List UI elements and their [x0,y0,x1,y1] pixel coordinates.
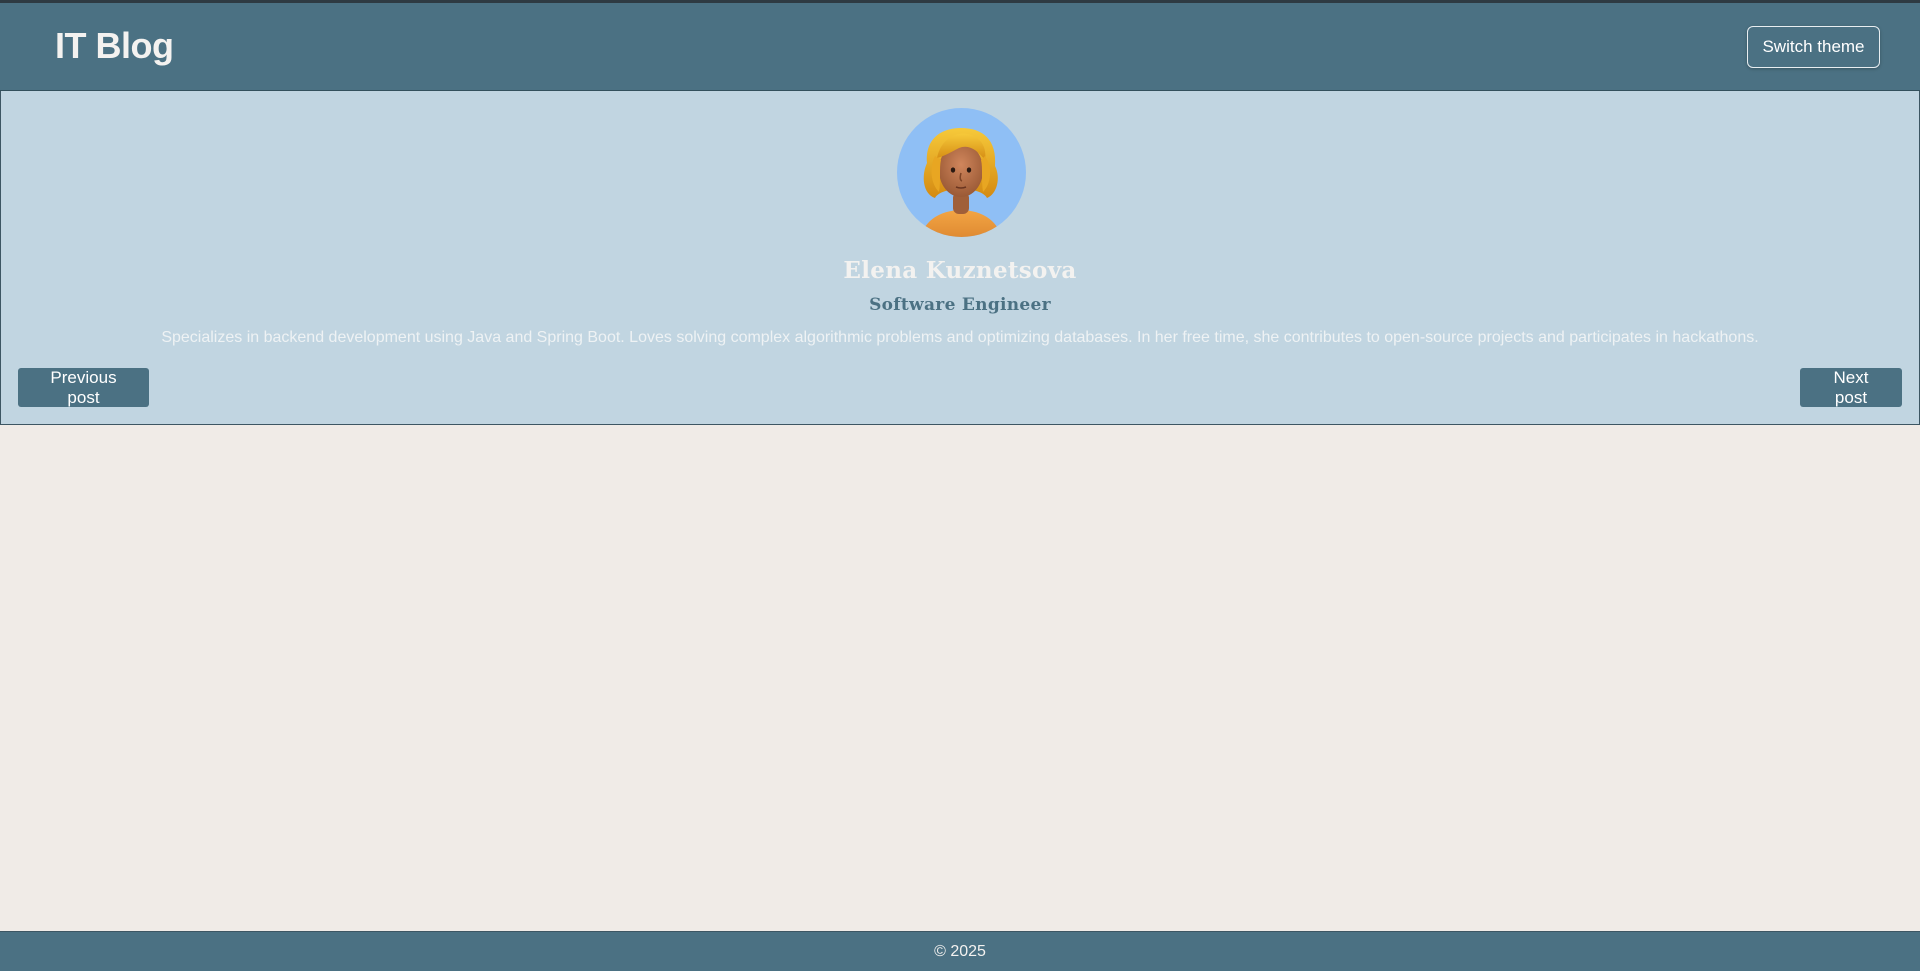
site-footer: © 2025 [0,931,1920,971]
avatar-illustration-icon [897,108,1026,237]
author-name: Elena Kuznetsova [843,257,1077,284]
site-title[interactable]: IT Blog [55,25,174,67]
site-header: IT Blog Switch theme [0,3,1920,91]
switch-theme-button[interactable]: Switch theme [1747,26,1880,68]
previous-post-button[interactable]: Previous post [18,368,149,407]
avatar-svg [921,128,1001,237]
next-post-button[interactable]: Next post [1800,368,1902,407]
author-role: Software Engineer [869,295,1051,315]
copyright-text: © 2025 [934,942,986,960]
author-bio: Specializes in backend development using… [161,329,1759,346]
author-profile-card: Elena Kuznetsova Software Engineer Speci… [0,91,1920,425]
